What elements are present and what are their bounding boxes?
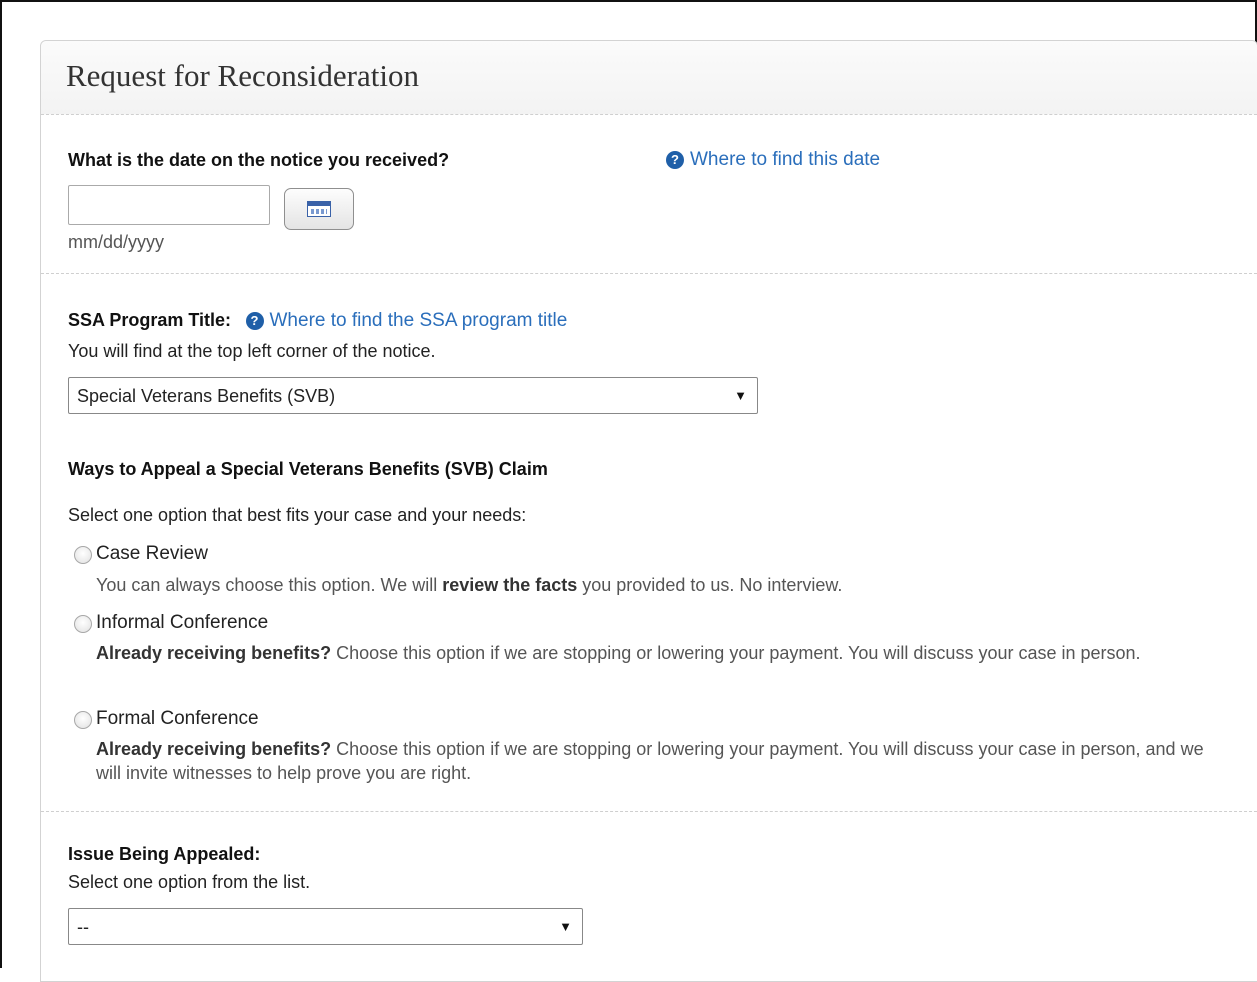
desc-bold-text: Already receiving benefits?: [96, 739, 332, 759]
question-icon: ?: [666, 151, 684, 169]
issue-select-value: --: [77, 917, 89, 937]
appeal-heading: Ways to Appeal a Special Veterans Benefi…: [68, 459, 548, 479]
issue-select[interactable]: -- ▼: [68, 908, 583, 945]
issue-hint: Select one option from the list.: [68, 872, 311, 892]
desc-text: you provided to us. No interview.: [577, 575, 843, 595]
informal-conference-description: Already receiving benefits? Choose this …: [96, 641, 1216, 665]
desc-text: You can always choose this option. We wi…: [96, 575, 443, 595]
case-review-label: Case Review: [96, 543, 208, 564]
formal-conference-description: Already receiving benefits? Choose this …: [96, 737, 1216, 785]
informal-conference-label: Informal Conference: [96, 612, 269, 633]
date-question-label: What is the date on the notice you recei…: [68, 150, 450, 170]
informal-conference-radio[interactable]: [74, 615, 92, 633]
section-divider: [41, 811, 1257, 812]
program-help-link-text: Where to find the SSA program title: [269, 310, 568, 331]
program-help-link[interactable]: ? Where to find the SSA program title: [245, 310, 568, 331]
question-icon: ?: [245, 312, 264, 330]
case-review-description: You can always choose this option. We wi…: [96, 573, 1216, 597]
dropdown-arrow-icon: ▼: [559, 919, 572, 934]
issue-label: Issue Being Appealed:: [68, 844, 261, 864]
formal-conference-radio[interactable]: [74, 711, 92, 729]
program-hint: You will find at the top left corner of …: [68, 341, 436, 361]
desc-bold-text: review the facts: [442, 575, 578, 595]
page-title: Request for Reconsideration: [66, 58, 419, 93]
notice-date-input[interactable]: [68, 185, 270, 225]
program-title-select[interactable]: Special Veterans Benefits (SVB) ▼: [68, 377, 758, 414]
desc-bold-text: Already receiving benefits?: [96, 643, 332, 663]
case-review-radio[interactable]: [74, 546, 92, 564]
calendar-button[interactable]: [284, 188, 354, 230]
program-title-label: SSA Program Title:: [68, 310, 232, 330]
calendar-icon: [307, 201, 331, 217]
section-divider: [41, 273, 1257, 274]
program-select-value: Special Veterans Benefits (SVB): [77, 386, 336, 406]
dropdown-arrow-icon: ▼: [734, 388, 747, 403]
date-format-hint: mm/dd/yyyy: [68, 232, 165, 252]
appeal-instruction: Select one option that best fits your ca…: [68, 505, 527, 525]
formal-conference-label: Formal Conference: [96, 708, 259, 729]
date-help-link[interactable]: ? Where to find this date: [666, 149, 880, 171]
program-label-row: SSA Program Title: ? Where to find the SS…: [68, 310, 567, 332]
date-help-link-text: Where to find this date: [690, 149, 881, 170]
desc-text: Choose this option if we are stopping or…: [331, 643, 1141, 663]
